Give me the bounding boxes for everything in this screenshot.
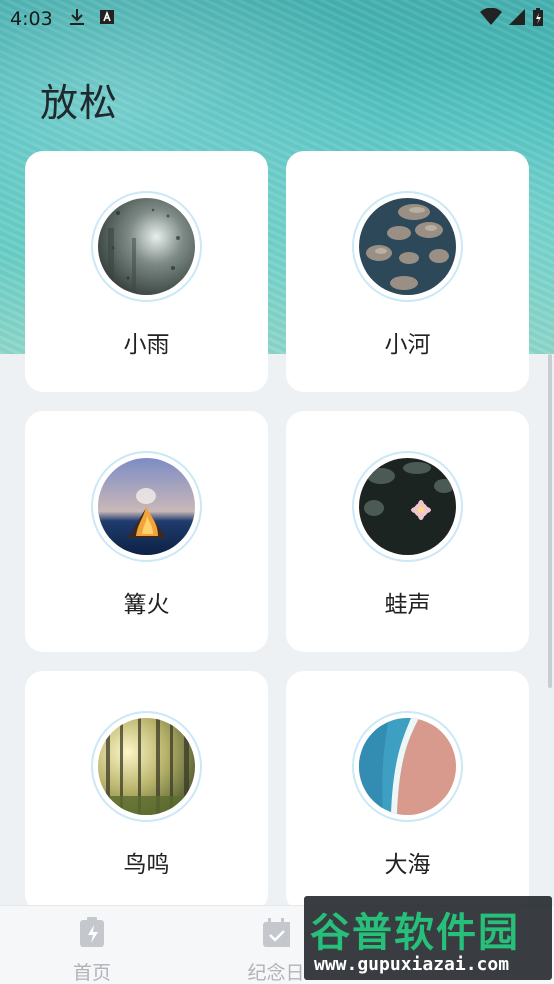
sound-card-birds[interactable]: 鸟鸣 bbox=[25, 671, 268, 912]
status-bar: 4:03 bbox=[0, 0, 554, 38]
battery-bolt-icon bbox=[78, 916, 106, 948]
watermark-url: www.gupuxiazai.com bbox=[314, 954, 510, 975]
sound-label: 篝火 bbox=[123, 592, 170, 618]
watermark-title: 谷普软件园 bbox=[310, 910, 520, 956]
sound-avatar-ring bbox=[91, 451, 202, 562]
forest-image bbox=[98, 718, 195, 815]
rain-window-image bbox=[98, 198, 195, 295]
sound-avatar-ring bbox=[91, 191, 202, 302]
sound-label: 小河 bbox=[384, 332, 431, 358]
a-badge-icon bbox=[99, 9, 115, 30]
page-title: 放松 bbox=[40, 81, 119, 125]
calendar-check-icon bbox=[262, 916, 293, 948]
campfire-image bbox=[98, 458, 195, 555]
watermark: 谷普软件园 www.gupuxiazai.com bbox=[304, 896, 552, 980]
sound-card-rain[interactable]: 小雨 bbox=[25, 151, 268, 392]
sound-avatar-ring bbox=[91, 711, 202, 822]
status-time: 4:03 bbox=[10, 8, 53, 30]
beach-waves-image bbox=[359, 718, 456, 815]
sound-label: 小雨 bbox=[123, 332, 170, 358]
battery-charging-icon bbox=[532, 7, 544, 32]
sound-avatar-ring bbox=[352, 191, 463, 302]
sound-card-river[interactable]: 小河 bbox=[286, 151, 529, 392]
nav-label: 首页 bbox=[72, 962, 111, 984]
sound-label: 鸟鸣 bbox=[123, 852, 170, 878]
sound-card-frog[interactable]: 蛙声 bbox=[286, 411, 529, 652]
download-icon bbox=[69, 8, 85, 31]
scrollbar[interactable] bbox=[548, 354, 552, 688]
nav-item-home[interactable]: 首页 bbox=[32, 906, 152, 984]
signal-icon bbox=[508, 8, 526, 31]
sound-avatar-ring bbox=[352, 451, 463, 562]
river-stones-image bbox=[359, 198, 456, 295]
sound-card-sea[interactable]: 大海 bbox=[286, 671, 529, 912]
sound-label: 大海 bbox=[384, 852, 431, 878]
sound-card-campfire[interactable]: 篝火 bbox=[25, 411, 268, 652]
wifi-icon bbox=[480, 7, 502, 31]
sound-avatar-ring bbox=[352, 711, 463, 822]
lotus-pond-image bbox=[359, 458, 456, 555]
sound-label: 蛙声 bbox=[384, 592, 431, 618]
